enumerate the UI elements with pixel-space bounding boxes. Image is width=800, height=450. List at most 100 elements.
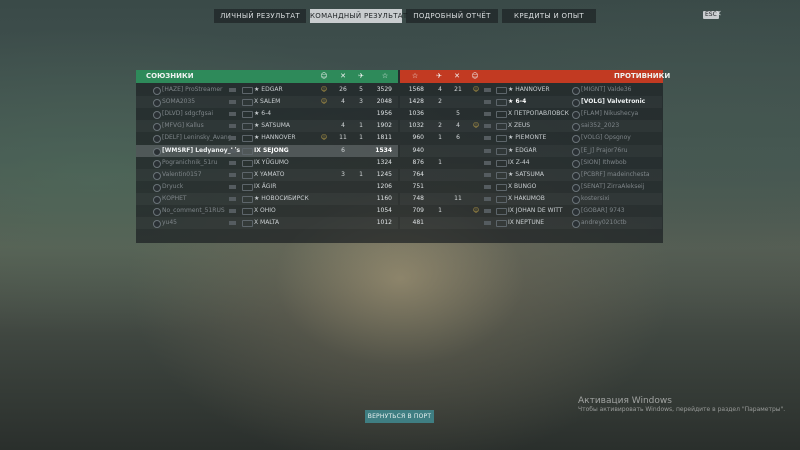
enemy-xp: 940 <box>412 146 424 154</box>
enemy-ship-name: IX JOHAN DE WITT <box>508 207 563 214</box>
ship-class-icon <box>242 208 253 215</box>
enemy-frag-column-icon: ✕ <box>454 72 460 80</box>
enemy-row[interactable]: 940 ★ EDGAR [E_J] Prajor76ru <box>400 145 663 157</box>
ally-kills <box>336 193 350 205</box>
ally-player-name: Dryuck <box>162 182 184 190</box>
ally-row[interactable]: [MFVG] Kallus ★ SATSUMA 4 1 1902 <box>136 120 398 132</box>
enemy-row[interactable]: 1036 5 X ПЕТРОПАВЛОВСК [FLAM] Nikushecya <box>400 108 663 120</box>
ally-row[interactable]: No_comment_51RUS X OHIO 1054 <box>136 205 398 217</box>
ally-ship-name: ★ НОВОСИБИРСК <box>254 194 309 202</box>
enemy-ship-name: ★ HANNOVER <box>508 86 550 93</box>
windows-activation-title: Активация Windows <box>578 396 672 406</box>
ally-player-name: [DLVD] sdgcfgsai <box>162 110 214 118</box>
ship-class-icon <box>242 147 253 155</box>
ally-row[interactable]: КОРНЕТ ★ НОВОСИБИРСК 1160 <box>136 193 398 205</box>
tab-team-result[interactable]: КОМАНДНЫЙ РЕЗУЛЬТАТ <box>310 9 407 23</box>
enemy-ribbon <box>469 181 483 193</box>
enemy-player-name: [SENAT] ZirraAlekseij <box>581 182 645 190</box>
enemy-ribbon <box>469 108 483 120</box>
ally-row[interactable]: SOMA2035 X SALEM ☺ 4 3 2048 <box>136 96 398 108</box>
ship-tier-icon <box>484 136 491 141</box>
tab-credits-xp[interactable]: КРЕДИТЫ И ОПЫТ <box>502 9 596 23</box>
enemy-ship-name: IX Z-44 <box>508 158 530 166</box>
enemy-row[interactable]: 1428 2 ★ 6-4 [VOLG] Valvetronic <box>400 96 663 108</box>
ship-class-icon <box>242 183 253 191</box>
ally-xp: 1160 <box>376 194 392 202</box>
enemy-ship-name: X ZEUS <box>508 122 531 130</box>
ship-class-icon <box>496 195 507 203</box>
enemy-planes <box>451 181 465 193</box>
clan-badge-icon <box>572 208 580 216</box>
ally-row[interactable]: Valentin0157 X YAMATO 3 1 1245 <box>136 169 398 181</box>
close-icon[interactable]: ✕ <box>715 9 722 18</box>
ally-ribbon <box>317 217 331 229</box>
ship-class-icon <box>496 147 507 155</box>
ally-row[interactable]: Dryuck IX ÄGIR 1206 <box>136 181 398 193</box>
enemy-row[interactable]: 748 11 X HAKUMOB kostersixi <box>400 193 663 205</box>
ally-ship-name: X MALTA <box>254 219 280 227</box>
enemy-kills <box>433 108 447 120</box>
ally-row[interactable]: [DELF] Leninsky_Avang ★ HANNOVER ☺ 11 1 1811 <box>136 132 398 144</box>
ship-class-icon <box>496 111 507 119</box>
ship-tier-icon <box>484 88 491 92</box>
enemy-ship-name: ★ SATSUMA <box>508 170 544 178</box>
ally-kills <box>336 108 350 120</box>
ally-ribbon <box>317 193 331 205</box>
ally-planes <box>354 157 368 169</box>
enemy-planes <box>451 169 465 181</box>
ship-tier-icon <box>484 100 491 105</box>
ship-class-icon <box>496 123 507 131</box>
ally-planes <box>354 205 368 217</box>
enemy-row[interactable]: 1032 2 4 ☺ X ZEUS sai352_2023 <box>400 120 663 132</box>
enemy-player-name: [PCBRF] madeinchesta <box>581 170 650 178</box>
enemy-row[interactable]: 481 IX NEPTUNE andrey0210ctb <box>400 217 663 229</box>
ally-row[interactable]: [WMSRF] Ledyanoy_Lis IX SEJONG 6 1534 <box>136 144 398 157</box>
enemy-row[interactable]: 709 1 ☺ IX JOHAN DE WITT [GOBAR] 9743 <box>400 205 663 217</box>
ally-row[interactable]: Pogranichnik_51ru IX YŪGUMO 1324 <box>136 157 398 169</box>
tab-detailed-report[interactable]: ПОДРОБНЫЙ ОТЧЁТ <box>406 9 498 23</box>
enemy-row[interactable]: 1568 4 21 ☺ ★ HANNOVER [MIGNT] Valde36 <box>400 84 663 96</box>
enemy-row[interactable]: 960 1 6 ★ PIEMONTE [VOLG] Opsgnoy <box>400 132 663 144</box>
ally-xp: 1811 <box>376 134 392 142</box>
enemy-ribbon <box>469 96 483 108</box>
plane-column-icon: ✈ <box>358 72 364 80</box>
enemy-ship-name: ★ 6-4 <box>508 98 527 106</box>
enemies-title: ПРОТИВНИКИ <box>614 72 671 80</box>
ship-tier-icon <box>229 196 236 201</box>
enemy-plane-column-icon: ✈ <box>436 72 442 80</box>
ally-xp: 1534 <box>375 146 392 154</box>
ship-tier-icon <box>229 88 236 92</box>
ally-row[interactable]: [DLVD] sdgcfgsai ★ 6-4 1956 <box>136 108 398 120</box>
ally-row[interactable]: yu45 X MALTA 1012 <box>136 217 398 229</box>
clan-badge-icon <box>572 87 580 95</box>
enemy-xp: 709 <box>412 207 424 214</box>
ship-class-icon <box>242 135 253 143</box>
enemy-planes: 5 <box>456 110 460 118</box>
ally-kills <box>336 205 350 217</box>
enemy-xp: 960 <box>412 134 424 142</box>
ally-ship-name: ★ HANNOVER <box>254 134 296 142</box>
enemy-kills <box>433 169 447 181</box>
enemy-kills <box>433 193 447 205</box>
enemy-row[interactable]: 751 X BUNGO [SENAT] ZirraAlekseij <box>400 181 663 193</box>
ally-xp: 1324 <box>376 158 392 166</box>
ally-ship-name: IX SEJONG <box>254 146 289 154</box>
enemy-planes: 4 <box>456 122 460 130</box>
ally-planes: 1 <box>359 134 363 142</box>
clan-badge-icon <box>572 183 580 192</box>
clan-badge-icon <box>572 171 580 180</box>
ally-ribbon <box>317 120 331 132</box>
return-to-port-button[interactable]: ВЕРНУТЬСЯ В ПОРТ <box>365 410 434 423</box>
ally-kills: 11 <box>339 134 347 142</box>
enemy-row[interactable]: 876 1 IX Z-44 [SION] Ithwbob <box>400 157 663 169</box>
ally-row[interactable]: [HAZE] ProStreamer ★ EDGAR ☺ 26 5 3529 <box>136 84 398 96</box>
enemy-player-name: kostersixi <box>581 194 610 202</box>
tab-personal-result[interactable]: ЛИЧНЫЙ РЕЗУЛЬТАТ <box>214 9 306 23</box>
enemy-row[interactable]: 764 ★ SATSUMA [PCBRF] madeinchesta <box>400 169 663 181</box>
ribbon-column-icon: ☺ <box>320 72 328 80</box>
clan-badge-icon <box>572 147 580 156</box>
ship-tier-icon <box>484 124 491 129</box>
ally-ribbon: ☺ <box>320 86 328 93</box>
ship-class-icon <box>496 171 507 179</box>
ship-class-icon <box>496 135 507 143</box>
